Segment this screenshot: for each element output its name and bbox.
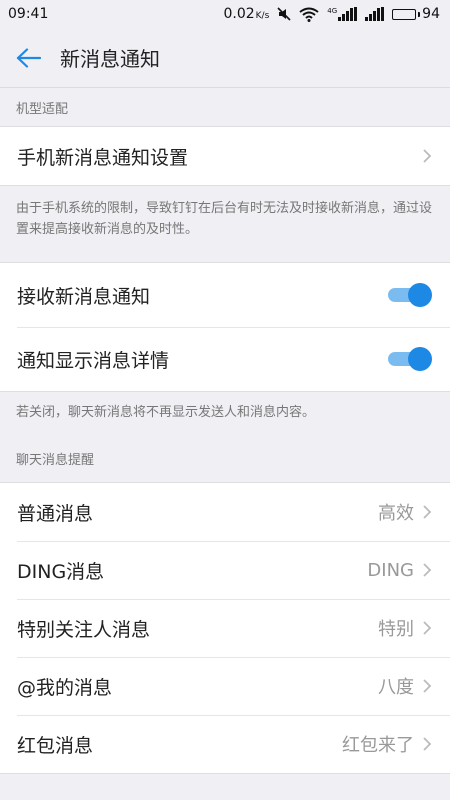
row-value: DING — [367, 559, 414, 581]
status-icons: 0.02K/s 4G 94 — [223, 6, 440, 22]
chat-group: 普通消息 高效 DING消息 DING 特别关注人消息 特别 @我的消息 八度 — [0, 482, 450, 774]
receive-notifications-toggle[interactable] — [388, 282, 432, 308]
chevron-right-icon — [422, 736, 432, 752]
row-normal-message[interactable]: 普通消息 高效 — [0, 483, 450, 541]
status-bar: 09:41 0.02K/s 4G 94 — [0, 0, 450, 28]
chevron-right-icon — [422, 148, 432, 164]
show-message-details-toggle[interactable] — [388, 346, 432, 372]
battery-level: 94 — [422, 6, 440, 22]
toggle-group: 接收新消息通知 通知显示消息详情 — [0, 262, 450, 392]
network-speed: 0.02K/s — [223, 6, 269, 22]
page-title: 新消息通知 — [60, 47, 160, 71]
device-note: 由于手机系统的限制，导致钉钉在后台有时无法及时接收新消息，通过设置来提高接收新消… — [16, 201, 433, 237]
row-value: 红包来了 — [342, 735, 414, 756]
row-label: 通知显示消息详情 — [17, 349, 170, 372]
row-label: 接收新消息通知 — [17, 285, 151, 308]
network-speed-unit: K/s — [255, 11, 270, 21]
chevron-right-icon — [422, 620, 432, 636]
row-red-packet-message[interactable]: 红包消息 红包来了 — [0, 715, 450, 773]
nav-bar: 新消息通知 — [0, 28, 450, 88]
signal-icon — [365, 7, 385, 21]
signal-4g-tag: 4G — [327, 7, 338, 15]
row-label: 普通消息 — [17, 502, 94, 525]
device-group: 手机新消息通知设置 — [0, 126, 450, 186]
chevron-right-icon — [422, 678, 432, 694]
row-phone-notification-settings[interactable]: 手机新消息通知设置 — [0, 127, 450, 185]
status-time: 09:41 — [8, 6, 49, 22]
network-speed-value: 0.02 — [223, 6, 255, 22]
section-header-chat: 聊天消息提醒 — [16, 452, 95, 468]
row-receive-notifications[interactable]: 接收新消息通知 — [0, 263, 450, 327]
row-ding-message[interactable]: DING消息 DING — [0, 541, 450, 599]
row-special-attention-message[interactable]: 特别关注人消息 特别 — [0, 599, 450, 657]
row-label: DING消息 — [17, 560, 105, 583]
row-value: 特别 — [378, 619, 414, 640]
section-header-device: 机型适配 — [16, 101, 69, 117]
row-show-message-details[interactable]: 通知显示消息详情 — [0, 327, 450, 391]
row-mention-message[interactable]: @我的消息 八度 — [0, 657, 450, 715]
row-label: @我的消息 — [17, 676, 113, 699]
arrow-left-icon[interactable] — [14, 43, 44, 73]
signal-4g-icon: 4G — [327, 7, 358, 21]
row-label: 特别关注人消息 — [17, 618, 151, 641]
chevron-right-icon — [422, 504, 432, 520]
chevron-right-icon — [422, 562, 432, 578]
wifi-icon — [299, 7, 319, 22]
row-label: 手机新消息通知设置 — [17, 146, 189, 169]
row-value: 八度 — [378, 677, 414, 698]
row-label: 红包消息 — [17, 734, 94, 757]
mute-icon — [277, 7, 291, 21]
toggle-note: 若关闭，聊天新消息将不再显示发送人和消息内容。 — [16, 405, 316, 420]
row-value: 高效 — [378, 503, 414, 524]
battery-icon: 94 — [392, 6, 440, 22]
